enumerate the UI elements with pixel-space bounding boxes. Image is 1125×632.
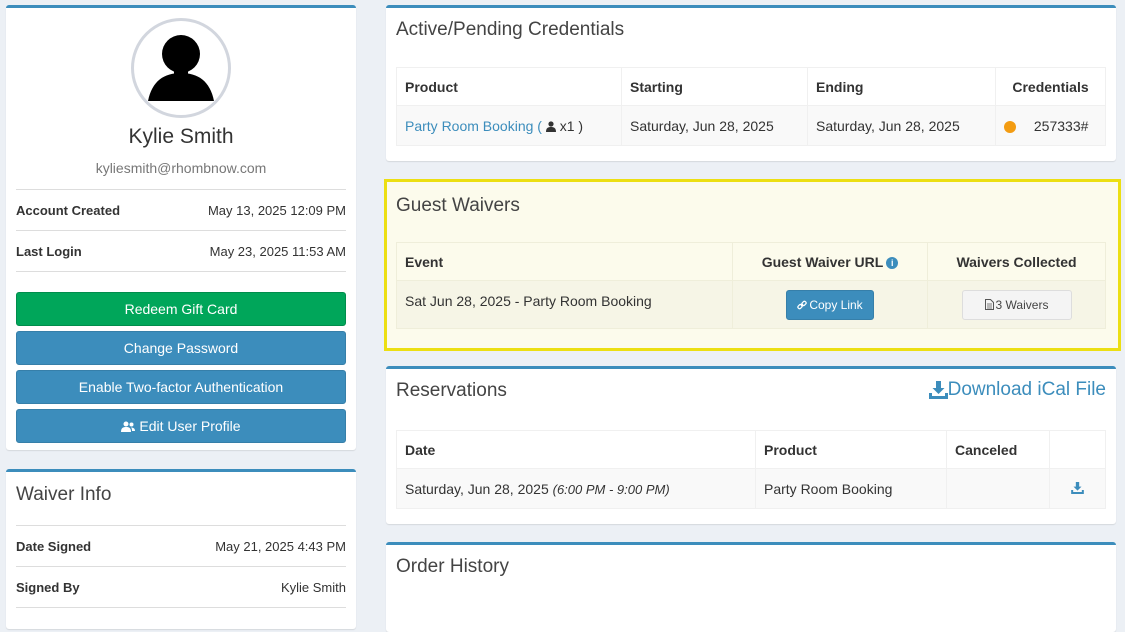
product-link[interactable]: Party Room Booking: [405, 118, 533, 134]
last-login-value: May 23, 2025 11:53 AM: [209, 243, 346, 259]
guest-waivers-box: Guest Waivers Event Guest Waiver URL i Wa…: [384, 179, 1121, 351]
enable-two-factor-label: Enable Two-factor Authentication: [78, 379, 284, 395]
waiver-info-box: Waiver Info Date Signed May 21, 2025 4:4…: [6, 469, 356, 629]
column-header: Ending: [807, 67, 996, 106]
credentials-box: Active/Pending Credentials Product Start…: [386, 5, 1116, 161]
column-header: Date: [396, 430, 756, 469]
reservation-download-cell: [1049, 468, 1106, 509]
reservation-date: Saturday, Jun 28, 2025: [405, 480, 549, 497]
ending-cell: Saturday, Jun 28, 2025: [807, 105, 996, 146]
date-signed-row: Date Signed May 21, 2025 4:43 PM: [16, 525, 346, 566]
reservation-product-cell: Party Room Booking: [755, 468, 947, 509]
waivers-cell: 3 Waivers: [927, 280, 1106, 329]
download-ical-label: Download iCal File: [947, 379, 1106, 400]
user-silhouette-icon: [148, 35, 214, 101]
credentials-table: Product Starting Ending Credentials Part…: [396, 67, 1106, 146]
waiver-info-title: Waiver Info: [16, 484, 112, 505]
copy-link-button[interactable]: Copy Link: [786, 289, 874, 320]
table-header-row: Event Guest Waiver URL i Waivers Collecte…: [396, 242, 1106, 281]
edit-user-profile-label: Edit User Profile: [139, 418, 241, 434]
edit-user-profile-button[interactable]: Edit User Profile: [16, 409, 346, 443]
guest-waivers-title: Guest Waivers: [396, 195, 520, 216]
table-row: Party Room Booking ( x1 ) Saturday, Jun …: [396, 105, 1106, 146]
download-icon[interactable]: [1071, 481, 1084, 494]
table-header-row: Date Product Canceled: [396, 430, 1106, 469]
avatar: [131, 18, 231, 118]
download-icon: [928, 381, 948, 399]
product-cell: Party Room Booking ( x1 ): [396, 105, 622, 146]
credentials-title: Active/Pending Credentials: [396, 19, 625, 40]
profile-box: Kylie Smith kyliesmith@rhombnow.com Acco…: [6, 5, 356, 450]
account-created-row: Account Created May 13, 2025 12:09 PM: [16, 189, 346, 230]
credential-cell: 257333#: [995, 105, 1106, 146]
user-icon: [545, 120, 556, 132]
order-history-box: Order History: [386, 542, 1116, 632]
last-login-label: Last Login: [16, 243, 82, 259]
date-signed-label: Date Signed: [16, 538, 92, 554]
credential-value: 257333#: [1033, 117, 1089, 134]
change-password-label: Change Password: [123, 340, 239, 356]
order-history-title: Order History: [396, 556, 509, 577]
column-header: Product: [755, 430, 947, 469]
table-header-row: Product Starting Ending Credentials: [396, 67, 1106, 106]
redeem-gift-card-label: Redeem Gift Card: [124, 301, 238, 317]
url-cell: Copy Link: [732, 280, 928, 329]
column-header: Waivers Collected: [927, 242, 1106, 281]
waivers-collected-label: 3 Waivers: [995, 297, 1049, 312]
reservations-title: Reservations: [396, 380, 507, 401]
waivers-collected-button[interactable]: 3 Waivers: [961, 289, 1072, 320]
file-icon: [984, 299, 994, 310]
status-dot: [1004, 120, 1016, 133]
guest-waiver-url-header: Guest Waiver URL i: [732, 242, 928, 281]
reservation-time: (6:00 PM - 9:00 PM): [552, 481, 670, 497]
column-header: Canceled: [946, 430, 1050, 469]
enable-two-factor-button[interactable]: Enable Two-factor Authentication: [16, 370, 346, 404]
redeem-gift-card-button[interactable]: Redeem Gift Card: [16, 292, 346, 326]
reservation-canceled-cell: [946, 468, 1050, 509]
reservation-date-cell: Saturday, Jun 28, 2025 (6:00 PM - 9:00 P…: [396, 468, 756, 509]
column-header: Event: [396, 242, 733, 281]
copy-link-label: Copy Link: [809, 297, 863, 312]
divider: [16, 607, 346, 608]
account-created-value: May 13, 2025 12:09 PM: [207, 202, 346, 218]
divider: [16, 271, 346, 272]
column-header: Product: [396, 67, 622, 106]
event-cell: Sat Jun 28, 2025 - Party Room Booking: [396, 280, 733, 329]
last-login-row: Last Login May 23, 2025 11:53 AM: [16, 230, 346, 271]
info-icon[interactable]: i: [886, 256, 899, 269]
column-header-label: Guest Waiver URL: [761, 253, 884, 270]
link-icon: [797, 300, 808, 309]
table-row: Sat Jun 28, 2025 - Party Room Booking Co…: [396, 280, 1106, 329]
column-header: [1049, 430, 1106, 469]
profile-name: Kylie Smith: [128, 125, 234, 148]
starting-cell: Saturday, Jun 28, 2025: [621, 105, 808, 146]
account-created-label: Account Created: [16, 202, 121, 218]
column-header: Credentials: [995, 67, 1106, 106]
signed-by-row: Signed By Kylie Smith: [16, 566, 346, 607]
table-row: Saturday, Jun 28, 2025 (6:00 PM - 9:00 P…: [396, 468, 1106, 509]
users-icon: [121, 421, 136, 432]
reservations-table: Date Product Canceled Saturday, Jun 28, …: [396, 430, 1106, 509]
download-ical-link[interactable]: Download iCal File: [928, 379, 1106, 401]
signed-by-label: Signed By: [16, 579, 80, 595]
open-paren: (: [537, 117, 542, 134]
change-password-button[interactable]: Change Password: [16, 331, 346, 365]
product-qty: x1 ): [559, 117, 584, 134]
reservations-box: Reservations Download iCal File Date Pro…: [386, 366, 1116, 524]
date-signed-value: May 21, 2025 4:43 PM: [215, 538, 346, 554]
profile-email: kyliesmith@rhombnow.com: [95, 160, 267, 176]
signed-by-value: Kylie Smith: [280, 579, 346, 595]
column-header: Starting: [621, 67, 808, 106]
guest-waivers-table: Event Guest Waiver URL i Waivers Collecte…: [396, 242, 1106, 329]
